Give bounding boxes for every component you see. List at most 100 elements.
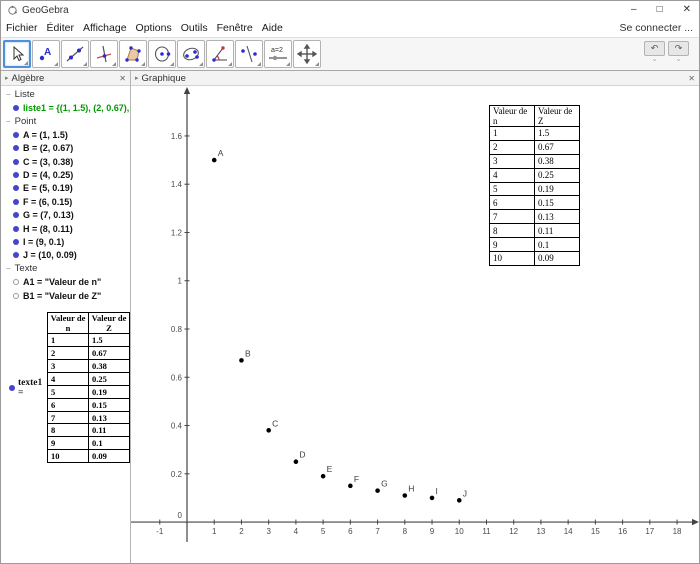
visibility-dot-icon[interactable] bbox=[13, 105, 19, 111]
algebra-section-point[interactable]: −Point bbox=[1, 115, 130, 128]
visibility-dot-icon[interactable] bbox=[13, 132, 19, 138]
menu-item-fichier[interactable]: Fichier bbox=[6, 22, 38, 34]
x-tick-label: 14 bbox=[564, 527, 573, 536]
expand-icon[interactable]: ▸ bbox=[5, 74, 9, 82]
perpendicular-line-tool-button[interactable] bbox=[90, 40, 118, 68]
data-point-G[interactable] bbox=[375, 488, 380, 493]
algebra-item[interactable]: F = (6, 0.15) bbox=[1, 195, 130, 208]
algebra-item[interactable]: G = (7, 0.13) bbox=[1, 209, 130, 222]
data-point-H[interactable] bbox=[403, 493, 408, 498]
item-label: C = (3, 0.38) bbox=[23, 157, 73, 167]
minimize-button[interactable]: – bbox=[631, 1, 637, 19]
polygon-tool-button[interactable] bbox=[119, 40, 147, 68]
slider-icon-label: a=2 bbox=[271, 47, 283, 54]
data-point-I[interactable] bbox=[430, 496, 435, 501]
visibility-dot-icon[interactable] bbox=[13, 172, 19, 178]
menu-item-editer[interactable]: Éditer bbox=[47, 22, 74, 34]
redo-button[interactable]: ↷ bbox=[668, 41, 689, 56]
collapse-icon[interactable]: − bbox=[6, 264, 11, 273]
hidden-dot-icon[interactable] bbox=[13, 293, 19, 299]
circle-tool-button[interactable] bbox=[148, 40, 176, 68]
ellipse-tool-button[interactable] bbox=[177, 40, 205, 68]
x-tick-label: 13 bbox=[536, 527, 545, 536]
redo-caret-icon[interactable]: ⌄ bbox=[676, 56, 682, 64]
data-point-D[interactable] bbox=[294, 459, 299, 464]
algebra-item[interactable]: liste1 = {(1, 1.5), (2, 0.67), (3, 0.38)… bbox=[1, 101, 130, 114]
new-point-icon: A bbox=[36, 44, 56, 64]
table-row: 30.38 bbox=[48, 360, 130, 373]
visibility-dot-icon[interactable] bbox=[13, 226, 19, 232]
algebra-section-liste[interactable]: −Liste bbox=[1, 88, 130, 101]
visibility-dot-icon[interactable] bbox=[13, 212, 19, 218]
algebra-tree: −Liste liste1 = {(1, 1.5), (2, 0.67), (3,… bbox=[1, 86, 130, 564]
algebra-item[interactable]: B = (2, 0.67) bbox=[1, 142, 130, 155]
reflection-tool-button[interactable] bbox=[235, 40, 263, 68]
expand-icon[interactable]: ▸ bbox=[135, 74, 139, 82]
algebra-item[interactable]: B1 = "Valeur de Z" bbox=[1, 289, 130, 302]
move-graphics-view-tool-button[interactable] bbox=[293, 40, 321, 68]
menu-item-options[interactable]: Options bbox=[136, 22, 172, 34]
line-tool-button[interactable] bbox=[61, 40, 89, 68]
data-point-C[interactable] bbox=[266, 428, 271, 433]
move-tool-button[interactable] bbox=[3, 40, 31, 68]
item-label: E = (5, 0.19) bbox=[23, 183, 73, 193]
menu-item-fenetre[interactable]: Fenêtre bbox=[217, 22, 253, 34]
algebra-item[interactable]: D = (4, 0.25) bbox=[1, 168, 130, 181]
texte1-table-overlay[interactable]: Valeur de nValeur de Z11.520.6730.3840.2… bbox=[489, 105, 580, 266]
visibility-dot-icon[interactable] bbox=[13, 199, 19, 205]
algebra-item[interactable]: A1 = "Valeur de n" bbox=[1, 275, 130, 288]
algebra-item[interactable]: E = (5, 0.19) bbox=[1, 182, 130, 195]
menu-item-outils[interactable]: Outils bbox=[181, 22, 208, 34]
data-point-F[interactable] bbox=[348, 484, 353, 489]
algebra-close-icon[interactable]: ✕ bbox=[119, 74, 126, 83]
visibility-dot-icon[interactable] bbox=[9, 385, 15, 391]
algebra-item[interactable]: J = (10, 0.09) bbox=[1, 249, 130, 262]
scatter-plot: -11234567891011121314151617180.20.40.60.… bbox=[131, 86, 699, 564]
visibility-dot-icon[interactable] bbox=[13, 159, 19, 165]
hidden-dot-icon[interactable] bbox=[13, 279, 19, 285]
graphics-view-panel: ▸ Graphique ✕ -1123456789101112131415161… bbox=[131, 71, 699, 564]
algebra-item[interactable]: A = (1, 1.5) bbox=[1, 128, 130, 141]
graphics-close-icon[interactable]: ✕ bbox=[688, 74, 695, 83]
table-cell: 2 bbox=[48, 347, 89, 360]
item-label: liste1 = {(1, 1.5), (2, 0.67), (3, 0.38)… bbox=[23, 103, 130, 113]
maximize-button[interactable]: □ bbox=[657, 1, 663, 19]
collapse-icon[interactable]: − bbox=[6, 90, 11, 99]
table-cell: 0.09 bbox=[535, 252, 580, 266]
visibility-dot-icon[interactable] bbox=[13, 239, 19, 245]
table-cell: 0.25 bbox=[89, 372, 130, 385]
point-tool-button[interactable]: A bbox=[32, 40, 60, 68]
angle-tool-button[interactable] bbox=[206, 40, 234, 68]
algebra-section-texte[interactable]: −Texte bbox=[1, 262, 130, 275]
menu-item-aide[interactable]: Aide bbox=[262, 22, 283, 34]
close-button[interactable]: ✕ bbox=[683, 1, 691, 19]
x-tick-label: 5 bbox=[321, 527, 326, 536]
sign-in-link[interactable]: Se connecter ... bbox=[619, 22, 693, 34]
visibility-dot-icon[interactable] bbox=[13, 252, 19, 258]
algebra-item[interactable]: H = (8, 0.11) bbox=[1, 222, 130, 235]
menu-item-affichage[interactable]: Affichage bbox=[83, 22, 127, 34]
visibility-dot-icon[interactable] bbox=[13, 145, 19, 151]
data-point-E[interactable] bbox=[321, 474, 326, 479]
table-cell: 4 bbox=[490, 168, 535, 182]
algebra-item[interactable]: I = (9, 0.1) bbox=[1, 235, 130, 248]
undo-button[interactable]: ↶ bbox=[644, 41, 665, 56]
graphics-canvas[interactable]: -11234567891011121314151617180.20.40.60.… bbox=[131, 86, 699, 564]
collapse-icon[interactable]: − bbox=[6, 117, 11, 126]
y-axis-arrow-icon bbox=[184, 87, 190, 94]
y-tick-label: 0.8 bbox=[171, 325, 183, 334]
algebra-item[interactable]: C = (3, 0.38) bbox=[1, 155, 130, 168]
table-cell: 2 bbox=[490, 140, 535, 154]
undo-caret-icon[interactable]: ⌄ bbox=[652, 56, 658, 64]
item-label: I = (9, 0.1) bbox=[23, 237, 64, 247]
texte1-row[interactable]: texte1 =Valeur de nValeur de Z11.520.673… bbox=[1, 312, 130, 463]
data-point-B[interactable] bbox=[239, 358, 244, 363]
data-point-J[interactable] bbox=[457, 498, 462, 503]
x-tick-label: 1 bbox=[212, 527, 217, 536]
slider-tool-button[interactable]: a=2 bbox=[264, 40, 292, 68]
table-cell: 0.19 bbox=[89, 385, 130, 398]
geogebra-window: GeoGebra – □ ✕ FichierÉditerAffichageOpt… bbox=[0, 0, 700, 564]
data-point-A[interactable] bbox=[212, 158, 217, 163]
item-label: F = (6, 0.15) bbox=[23, 197, 72, 207]
visibility-dot-icon[interactable] bbox=[13, 185, 19, 191]
